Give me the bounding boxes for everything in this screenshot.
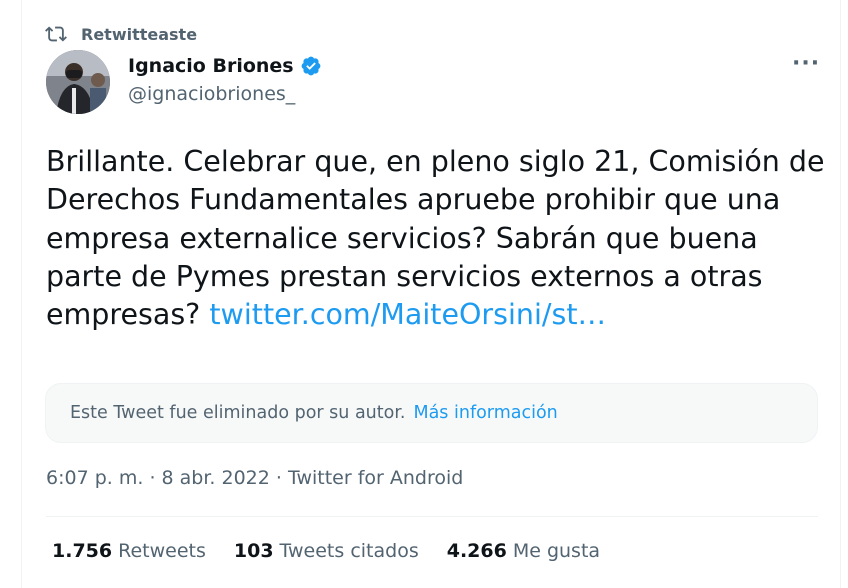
tweet-date[interactable]: 8 abr. 2022: [162, 467, 270, 489]
divider-top: [46, 516, 818, 517]
likes-stat[interactable]: 4.266 Me gusta: [447, 540, 600, 562]
more-info-link[interactable]: Más información: [413, 403, 557, 423]
likes-label: Me gusta: [512, 540, 601, 562]
more-icon: ···: [792, 51, 821, 76]
quotes-stat[interactable]: 103 Tweets citados: [234, 540, 419, 562]
quotes-count: 103: [233, 540, 274, 562]
tweet-link[interactable]: twitter.com/MaiteOrsini/st…: [209, 298, 606, 331]
likes-count: 4.266: [446, 540, 507, 562]
meta-separator-2: ·: [269, 467, 288, 489]
retweets-stat[interactable]: 1.756 Retweets: [52, 540, 206, 562]
verified-badge-icon: [301, 56, 321, 76]
tweet-stats: 1.756 Retweets 103 Tweets citados 4.266 Me …: [52, 540, 600, 562]
tweet-time[interactable]: 6:07 p. m.: [46, 467, 143, 489]
quoted-tweet-deleted: Este Tweet fue eliminado por su autor. M…: [45, 383, 818, 443]
tweet-source[interactable]: Twitter for Android: [288, 467, 463, 489]
more-options-button[interactable]: ···: [792, 53, 820, 78]
tweet-text: Brillante. Celebrar que, en pleno siglo …: [46, 143, 826, 334]
retweet-label: Retwitteaste: [81, 24, 198, 44]
avatar-image: [46, 50, 110, 114]
retweets-label: Retweets: [118, 540, 206, 562]
deleted-notice: Este Tweet fue eliminado por su autor.: [70, 403, 406, 423]
author-name[interactable]: Ignacio Briones: [128, 55, 294, 77]
author-block[interactable]: Ignacio Briones @ignaciobriones_: [128, 55, 322, 105]
quotes-label: Tweets citados: [279, 540, 419, 562]
retweet-icon: [45, 26, 67, 42]
retweets-count: 1.756: [52, 540, 113, 562]
tweet-meta: 6:07 p. m. · 8 abr. 2022 · Twitter for A…: [46, 467, 463, 489]
avatar[interactable]: [46, 50, 110, 114]
retweet-context[interactable]: Retwitteaste: [45, 22, 197, 46]
meta-separator: ·: [143, 467, 162, 489]
author-handle[interactable]: @ignaciobriones_: [128, 83, 322, 105]
